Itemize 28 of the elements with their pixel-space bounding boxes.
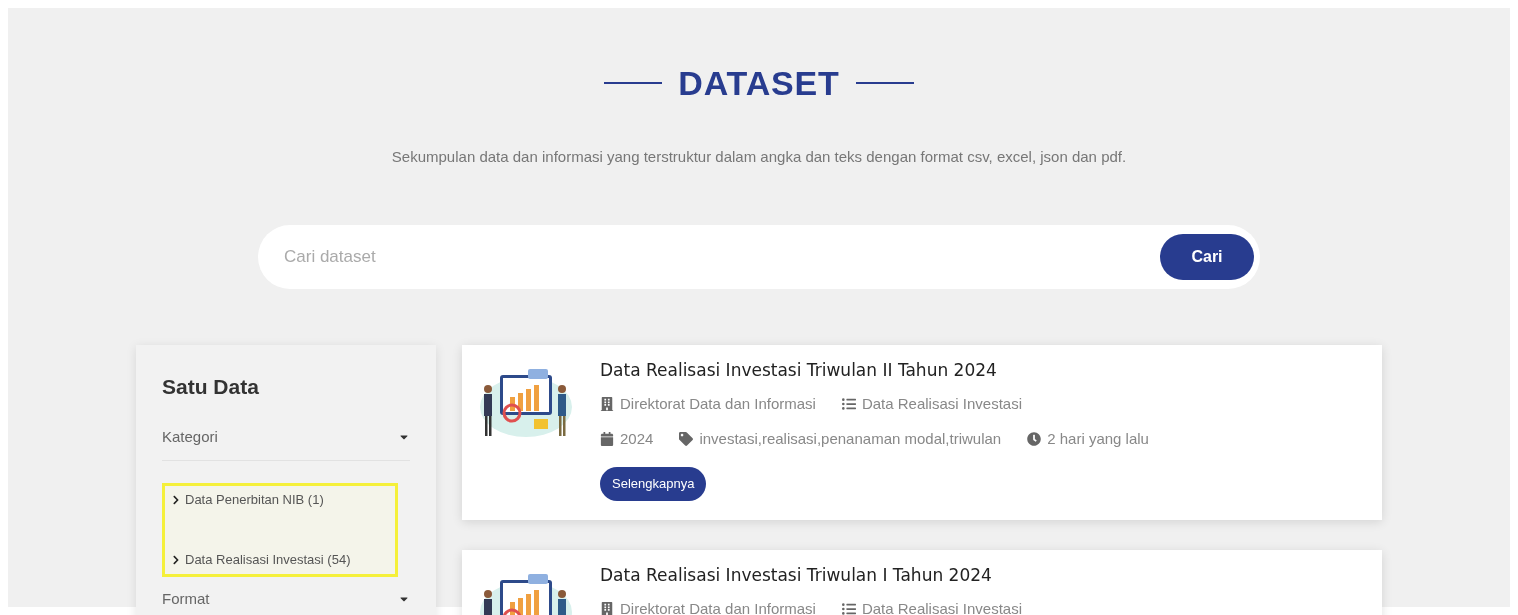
filter-dropdown[interactable]: Kategori [162, 427, 410, 460]
search-button[interactable]: Cari [1160, 234, 1254, 280]
tags-label: investasi,realisasi,penanaman modal,triwulan [699, 430, 1002, 448]
building-icon [600, 397, 614, 411]
category-label: Data Realisasi Investasi [861, 395, 1022, 413]
filter-dropdown[interactable]: Format [162, 589, 410, 615]
organization-label: Direktorat Data dan Informasi [620, 395, 816, 413]
category-label: Data Realisasi Investasi [861, 600, 1022, 615]
clock-icon [1027, 432, 1042, 446]
page-title: DATASET [678, 63, 840, 104]
tag-icon [679, 432, 694, 446]
building-icon [600, 602, 614, 615]
list-icon [841, 602, 856, 615]
search-field[interactable]: Cari dataset Cari [258, 225, 1260, 289]
category-link[interactable]: Data Realisasi Investasi (54) [171, 552, 389, 568]
time-label: 2 hari yang lalu [1047, 430, 1149, 448]
organization-label: Direktorat Data dan Informasi [620, 600, 816, 615]
category-link[interactable]: Data Penerbitan NIB (1) [171, 492, 389, 508]
list-icon [841, 397, 856, 411]
dataset-title[interactable]: Data Realisasi Investasi Triwulan II Tahun 2024 [600, 359, 1149, 381]
chevron-right-icon [171, 495, 181, 505]
dataset-title[interactable]: Data Realisasi Investasi Triwulan I Tahun 2024 [600, 564, 1022, 586]
sidebar-title: Satu Data [162, 374, 260, 400]
details-button[interactable]: Selengkapnya [600, 467, 707, 501]
page-subtitle: Sekumpulan data dan informasi yang terstruktur dalam angka dan teks dengan format csv, excel, json dan pdf. [391, 147, 1127, 167]
calendar-icon [600, 432, 614, 446]
year-label: 2024 [620, 430, 654, 448]
chevron-right-icon [171, 555, 181, 565]
